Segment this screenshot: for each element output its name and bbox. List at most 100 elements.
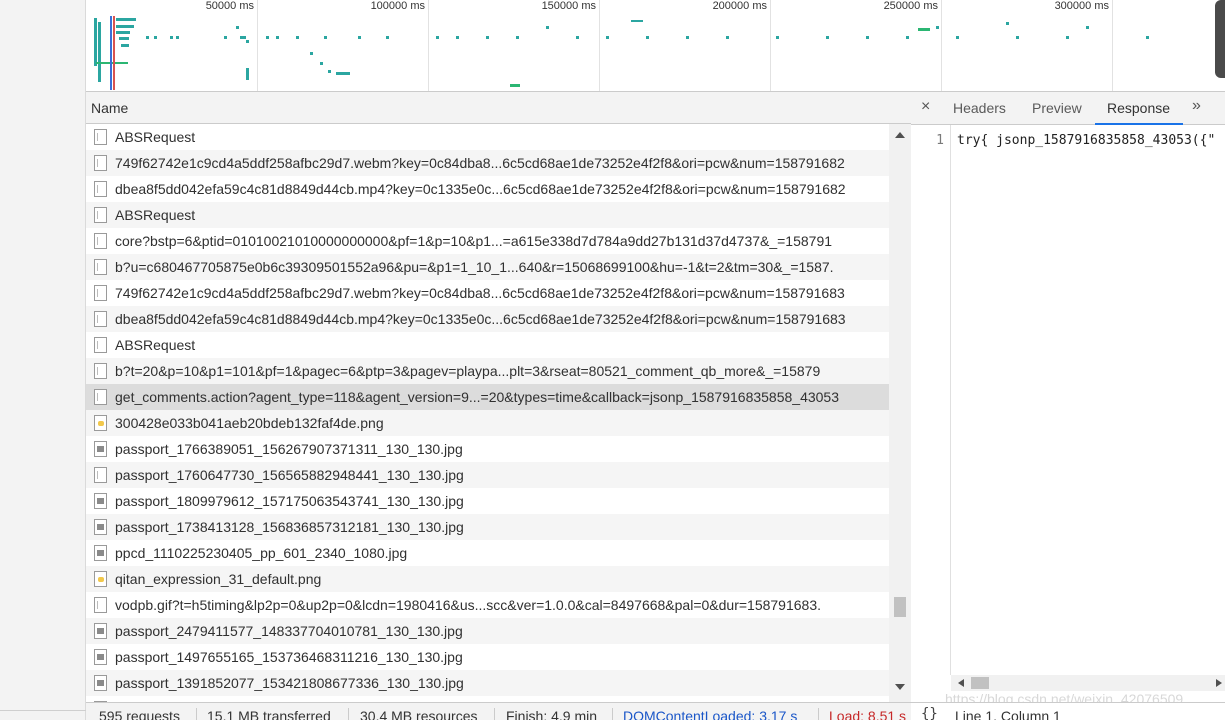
status-divider: [196, 708, 197, 720]
image-icon: [94, 675, 107, 691]
request-name: ABSRequest: [115, 337, 196, 353]
horizontal-scrollbar[interactable]: [951, 675, 1225, 691]
request-rows: ABSRequest 749f62742e1c9cd4a5ddf258afbc29…: [86, 124, 889, 702]
script-icon: [94, 363, 107, 379]
request-name: passport_1391852077_153421808677336_130_…: [115, 675, 464, 691]
pretty-print-icon[interactable]: {}: [921, 706, 938, 720]
line-number-gutter: 1: [911, 125, 951, 675]
request-name: passport_1766389051_156267907371311_130_…: [115, 441, 463, 457]
request-row[interactable]: 749f62742e1c9cd4a5ddf258afbc29d7.webm?ke…: [86, 150, 889, 176]
request-row[interactable]: ABSRequest: [86, 124, 889, 150]
request-name: ABSRequest: [115, 207, 196, 223]
request-name: dbea8f5dd042efa59c4c81d8849d44cb.mp4?key…: [115, 311, 846, 327]
tab-preview[interactable]: Preview: [1032, 100, 1082, 116]
request-row[interactable]: dbea8f5dd042efa59c4c81d8849d44cb.mp4?key…: [86, 176, 889, 202]
request-row[interactable]: b?t=20&p=10&p1=101&pf=1&pagec=6&ptp=3&pa…: [86, 358, 889, 384]
vertical-scrollbar[interactable]: [889, 124, 911, 702]
request-row[interactable]: get_comments.action?agent_type=118&agent…: [86, 384, 889, 410]
request-row[interactable]: ppcd_1110225230405_pp_601_2340_1080.jpg: [86, 540, 889, 566]
script-icon: [94, 259, 107, 275]
document-icon: [94, 181, 107, 197]
finish-time: Finish: 4.9 min: [506, 708, 598, 720]
request-row[interactable]: vodpb.gif?t=h5timing&lp2p=0&up2p=0&lcdn=…: [86, 592, 889, 618]
request-row[interactable]: passport_1391852077_153421808677336_130_…: [86, 670, 889, 696]
status-divider: [818, 708, 819, 720]
image-icon: [94, 623, 107, 639]
request-row[interactable]: b?u=c680467705875e0b6c39309501552a96&pu=…: [86, 254, 889, 280]
load-time: Load: 8.51 s: [829, 708, 907, 720]
tab-response[interactable]: Response: [1107, 100, 1170, 116]
image-icon: [94, 545, 107, 561]
request-name: vodpb.gif?t=h5timing&lp2p=0&up2p=0&lcdn=…: [115, 597, 822, 613]
response-status-bar: {} Line 1, Column 1: [911, 702, 1225, 720]
detail-tab-bar: × Headers Preview Response »: [911, 92, 1225, 125]
scroll-thumb[interactable]: [894, 597, 906, 617]
timeline-overview[interactable]: 50000 ms 100000 ms 150000 ms 200000 ms 2…: [86, 0, 1225, 92]
request-row[interactable]: ABSRequest: [86, 332, 889, 358]
image-icon: [94, 519, 107, 535]
document-icon: [94, 129, 107, 145]
png-image-icon: [94, 415, 107, 431]
request-row[interactable]: dbea8f5dd042efa59c4c81d8849d44cb.mp4?key…: [86, 306, 889, 332]
request-name: core?bstp=6&ptid=01010021010000000000&pf…: [115, 233, 833, 249]
request-name: passport_1738413128_156836857312181_130_…: [115, 519, 464, 535]
line-number: 1: [936, 133, 944, 148]
request-name: ABSRequest: [115, 129, 196, 145]
request-name: ppcd_1110225230405_pp_601_2340_1080.jpg: [115, 545, 408, 561]
image-icon: [94, 441, 107, 457]
devtools-network-panel: 50000 ms 100000 ms 150000 ms 200000 ms 2…: [0, 0, 1225, 720]
request-row[interactable]: 300428e033b041aeb20bdeb132faf4de.png: [86, 410, 889, 436]
image-icon: [94, 493, 107, 509]
scroll-right-icon[interactable]: [1216, 679, 1222, 687]
gif-icon: [94, 597, 107, 613]
png-image-icon: [94, 571, 107, 587]
transferred-size: 15.1 MB transferred: [207, 708, 331, 720]
request-row[interactable]: passport_1760647730_156565882948441_130_…: [86, 462, 889, 488]
request-count: 595 requests: [99, 708, 180, 720]
request-row[interactable]: passport_2479411577_148337704010781_130_…: [86, 618, 889, 644]
name-column-label: Name: [91, 100, 129, 116]
document-icon: [94, 207, 107, 223]
document-icon: [94, 285, 107, 301]
request-name: b?u=c680467705875e0b6c39309501552a96&pu=…: [115, 259, 834, 275]
image-icon: [94, 649, 107, 665]
scroll-down-icon[interactable]: [895, 684, 905, 690]
request-row[interactable]: 749f62742e1c9cd4a5ddf258afbc29d7.webm?ke…: [86, 280, 889, 306]
request-row[interactable]: ABSRequest: [86, 202, 889, 228]
request-row[interactable]: passport_1497655165_153736468311216_130_…: [86, 644, 889, 670]
document-icon: [94, 337, 107, 353]
scroll-up-icon[interactable]: [895, 132, 905, 138]
overview-edge: [1215, 0, 1225, 78]
close-icon[interactable]: ×: [921, 98, 930, 116]
request-name: passport_2479411577_148337704010781_130_…: [115, 623, 463, 639]
gutter-divider: [0, 710, 86, 711]
script-icon: [94, 389, 107, 405]
request-list-panel: Name ABSRequest 749f62742e1c9cd4a5ddf258a…: [86, 92, 911, 702]
tab-headers[interactable]: Headers: [953, 100, 1006, 116]
waterfall-overview-graph: [94, 16, 1149, 90]
request-row[interactable]: core?bstp=6&ptid=01010021010000000000&pf…: [86, 228, 889, 254]
more-tabs-icon[interactable]: »: [1192, 97, 1201, 115]
request-name: 749f62742e1c9cd4a5ddf258afbc29d7.webm?ke…: [115, 155, 845, 171]
request-name: passport_1809979612_157175063543741_130_…: [115, 493, 464, 509]
request-name: passport_1760647730_156565882948441_130_…: [115, 467, 464, 483]
request-row[interactable]: passport_1738413128_156836857312181_130_…: [86, 514, 889, 540]
cursor-position: Line 1, Column 1: [955, 708, 1061, 720]
status-divider: [612, 708, 613, 720]
request-name: 300428e033b041aeb20bdeb132faf4de.png: [115, 415, 384, 431]
script-icon: [94, 233, 107, 249]
scroll-left-icon[interactable]: [958, 679, 964, 687]
request-name: passport_1497655165_153736468311216_130_…: [115, 649, 463, 665]
name-column-header[interactable]: Name: [86, 92, 911, 124]
request-name: 749f62742e1c9cd4a5ddf258afbc29d7.webm?ke…: [115, 285, 845, 301]
response-viewer[interactable]: 1 try{ jsonp_1587916835858_43053({": [911, 125, 1225, 675]
document-icon: [94, 155, 107, 171]
request-row[interactable]: passport_1809979612_157175063543741_130_…: [86, 488, 889, 514]
request-row[interactable]: passport_1766389051_156267907371311_130_…: [86, 436, 889, 462]
h-scroll-thumb[interactable]: [971, 677, 989, 689]
image-icon: [94, 467, 107, 483]
response-code-line[interactable]: try{ jsonp_1587916835858_43053({": [957, 133, 1215, 148]
status-divider: [348, 708, 349, 720]
dom-content-loaded: DOMContentLoaded: 3.17 s: [623, 708, 798, 720]
request-row[interactable]: qitan_expression_31_default.png: [86, 566, 889, 592]
